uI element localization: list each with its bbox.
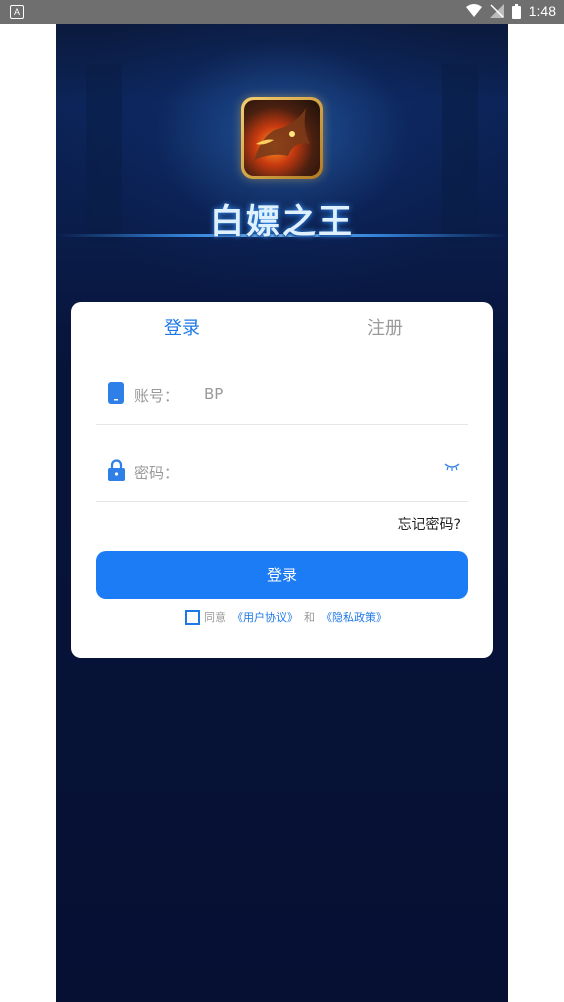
signal-icon — [489, 4, 504, 18]
password-field[interactable]: 密码： — [96, 431, 468, 502]
account-label: 账号： — [134, 387, 180, 405]
agreement-checkbox[interactable] — [185, 609, 200, 625]
agreement-prefix: 同意 — [204, 611, 226, 624]
eye-closed-icon[interactable] — [444, 463, 460, 471]
account-input[interactable]: BP — [204, 385, 223, 403]
notification-icon: A — [10, 5, 24, 19]
status-bar: A 1:48 — [0, 0, 564, 24]
account-field[interactable]: 账号： BP — [96, 354, 468, 425]
wifi-icon — [465, 4, 482, 17]
dragon-app-icon — [241, 97, 323, 179]
agreement-row: 同意 《用户协议》 和 《隐私政策》 — [185, 609, 393, 625]
lock-icon — [108, 459, 125, 481]
password-label: 密码： — [134, 464, 180, 482]
tab-login[interactable]: 登录 — [164, 314, 200, 340]
user-agreement-link[interactable]: 《用户协议》 — [232, 609, 298, 625]
login-button[interactable]: 登录 — [96, 551, 468, 599]
agreement-and: 和 — [304, 611, 315, 624]
login-card: 登录 注册 账号： BP 密码： 忘记密码? 登录 同意 《用户协议》 和 《隐… — [71, 302, 493, 658]
forgot-password-link[interactable]: 忘记密码? — [398, 514, 461, 534]
phone-icon — [108, 382, 124, 404]
tab-register[interactable]: 注册 — [367, 314, 403, 340]
app-title: 白嫖之王 — [210, 202, 354, 242]
privacy-policy-link[interactable]: 《隐私政策》 — [321, 609, 387, 625]
status-time: 1:48 — [528, 3, 556, 19]
battery-icon — [511, 3, 521, 19]
